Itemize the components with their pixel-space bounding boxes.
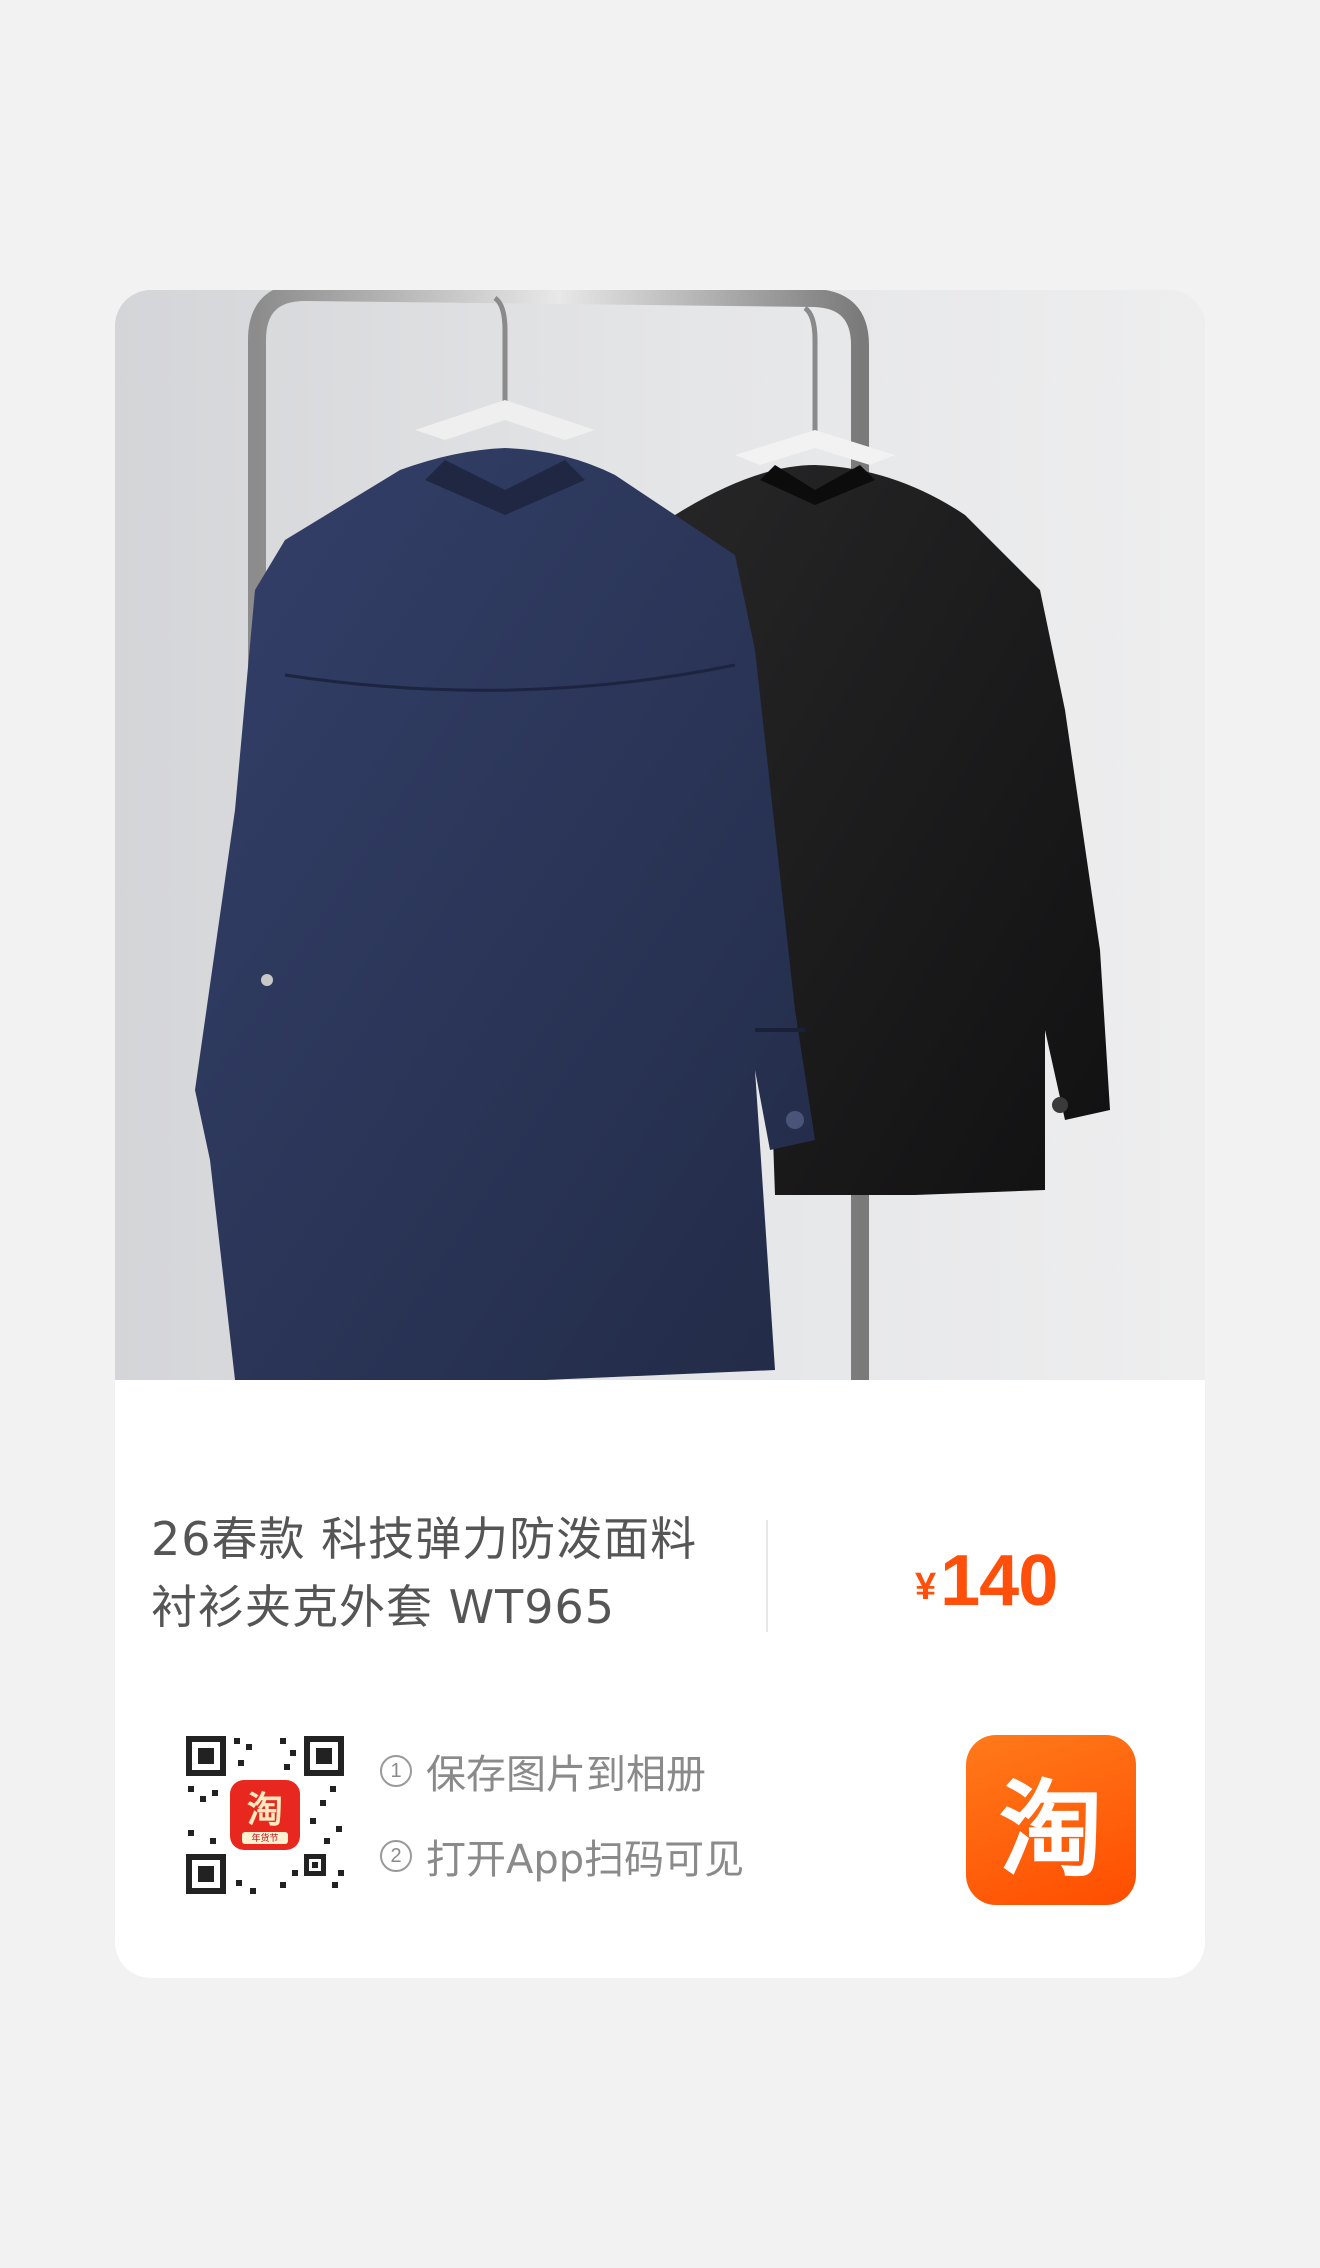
product-photo[interactable] [115, 290, 1205, 1380]
price-value: 140 [940, 1541, 1058, 1621]
taobao-logo-icon[interactable]: 淘 [966, 1735, 1136, 1905]
step-1-number: 1 [380, 1755, 412, 1787]
step-2-text: 打开App扫码可见 [426, 1837, 745, 1883]
step-1: 1 保存图片到相册 [380, 1745, 744, 1798]
price: ¥140 [915, 1540, 1058, 1622]
scan-instructions: 1 保存图片到相册 2 打开App扫码可见 [380, 1745, 744, 1915]
divider [766, 1520, 768, 1632]
step-2: 2 打开App扫码可见 [380, 1830, 745, 1883]
share-card: 26春款 科技弹力防泼面料 衬衫夹克外套 WT965 ¥140 淘 年货节 1 … [115, 290, 1205, 1978]
product-title-line-2: 衬衫夹克外套 WT965 [151, 1580, 616, 1634]
step-2-number: 2 [380, 1840, 412, 1872]
qr-code-icon[interactable]: 淘 年货节 [180, 1730, 350, 1900]
product-title[interactable]: 26春款 科技弹力防泼面料 衬衫夹克外套 WT965 [151, 1505, 751, 1641]
taobao-logo-char: 淘 [998, 1768, 1103, 1891]
currency-symbol: ¥ [915, 1566, 937, 1608]
product-title-line-1: 26春款 科技弹力防泼面料 [151, 1512, 698, 1566]
navy-shirt [195, 448, 815, 1380]
svg-text:年货节: 年货节 [251, 1832, 278, 1844]
step-1-text: 保存图片到相册 [426, 1752, 706, 1798]
svg-text:淘: 淘 [247, 1790, 283, 1831]
